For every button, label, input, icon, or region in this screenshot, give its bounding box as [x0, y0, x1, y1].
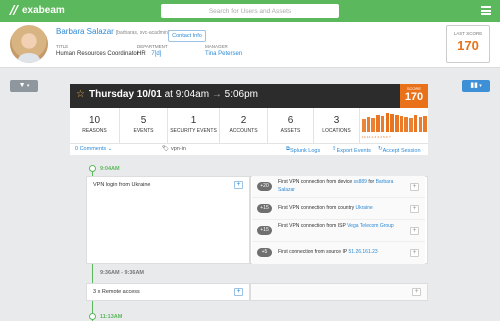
- expand-plus-icon[interactable]: +: [412, 288, 421, 296]
- bar-chart-icon: ▮▮: [470, 82, 478, 89]
- exabeam-logo-icon: [9, 5, 19, 15]
- star-icon[interactable]: ☆: [76, 89, 85, 100]
- title-value: Human Resources Coordinator: [56, 51, 139, 57]
- session-stats: 10 REASONS 5 EVENTS 1 SECURITY EVENTS 2 …: [70, 108, 428, 144]
- reason-text: First VPN connection from ISP Vega Telec…: [278, 223, 394, 229]
- session-header: ☆ Thursday 10/01 at 9:04am → 5:06pm SCOR…: [70, 84, 428, 108]
- last-score-box: LAST SCORE 170: [446, 25, 490, 63]
- last-score-label: LAST SCORE: [453, 31, 483, 36]
- avatar: [10, 25, 48, 63]
- sparkline-bar: [418, 116, 423, 132]
- session-score-box: SCORE 170: [400, 84, 428, 108]
- sparkline-bar: [423, 115, 427, 132]
- sparkline-bar: [376, 114, 380, 132]
- timeline-dot: [89, 313, 96, 320]
- chevron-down-icon: ▾: [477, 83, 482, 89]
- user-name[interactable]: Barbara Salazar [barbaras, svc-acadmin]: [56, 27, 169, 36]
- activity-sparkline: 10 12 1 2 3 4 5 6 7: [362, 111, 428, 141]
- sparkline-bar: [390, 113, 394, 132]
- score-badge: +5: [257, 248, 272, 257]
- title-label: TITLE: [56, 44, 69, 49]
- card-title: 3 x Remote access: [93, 289, 140, 295]
- timeline-time: 9:04AM: [100, 166, 120, 172]
- list-item: +20 First VPN connection from device ss8…: [252, 176, 425, 198]
- stat-security-events[interactable]: 1 SECURITY EVENTS: [168, 108, 220, 144]
- session-score-value: 170: [404, 91, 424, 103]
- department-label: DEPARTMENT: [137, 44, 168, 49]
- sparkline-bar: [380, 115, 385, 132]
- sparkline-bar: [404, 116, 408, 132]
- timeline-time: 11:13AM: [100, 314, 123, 320]
- card-title: VPN login from Ukraine: [93, 182, 151, 188]
- user-profile-header: Barbara Salazar [barbaras, svc-acadmin] C…: [0, 22, 500, 68]
- search-input[interactable]: [161, 4, 339, 18]
- reason-text: First connection from source IP 51.26.16…: [278, 249, 378, 255]
- accept-session-link[interactable]: ↻ Accept Session: [378, 146, 421, 154]
- sparkline-bar: [413, 114, 418, 132]
- department-count-link[interactable]: 7[d]: [151, 51, 161, 57]
- score-badge: +20: [257, 182, 272, 191]
- session-title: Thursday 10/01 at 9:04am → 5:06pm: [89, 89, 258, 100]
- list-item: +15 First VPN connection from ISP Vega T…: [252, 220, 425, 242]
- event-reasons-list: +: [250, 283, 428, 301]
- comments-toggle[interactable]: 0 Comments ⌄: [75, 146, 112, 152]
- sparkline-bar: [371, 117, 375, 132]
- manager-label: MANAGER: [205, 44, 228, 49]
- last-score-value: 170: [457, 38, 479, 53]
- user-handle: [barbaras, svc-acadmin]: [115, 30, 170, 36]
- export-events-link[interactable]: ⇪ Export Events: [332, 146, 371, 154]
- sparkline-bar: [395, 114, 399, 132]
- filter-button[interactable]: ▼ ▾: [10, 80, 38, 92]
- stat-accounts[interactable]: 2 ACCOUNTS: [220, 108, 268, 144]
- arrow-right-icon: →: [211, 89, 222, 100]
- expand-plus-icon[interactable]: +: [410, 227, 419, 235]
- event-card-vpn-login: VPN login from Ukraine +: [86, 176, 250, 264]
- event-card-remote-access: 3 x Remote access +: [86, 283, 250, 301]
- manager-value: Tina Petersen: [205, 51, 242, 57]
- top-nav-bar: exabeam: [0, 0, 500, 22]
- stat-assets[interactable]: 6 ASSETS: [268, 108, 314, 144]
- reason-text: First VPN connection from device ss889 f…: [278, 179, 394, 193]
- brand-name: exabeam: [22, 4, 65, 16]
- sparkline-axis-labels: 10 12 1 2 3 4 5 6 7: [362, 135, 391, 139]
- filter-icon: ▼: [18, 82, 26, 89]
- chevron-down-icon: ▾: [25, 83, 30, 89]
- manager-link[interactable]: Tina Petersen: [205, 51, 242, 57]
- sparkline-bar: [385, 113, 390, 132]
- sparkline-bar: [362, 118, 366, 132]
- score-badge: +15: [257, 204, 272, 213]
- sparkline-bar: [399, 115, 404, 132]
- stat-locations[interactable]: 3 LOCATIONS: [314, 108, 360, 144]
- expand-plus-icon[interactable]: +: [234, 181, 243, 189]
- chart-view-button[interactable]: ▮▮ ▾: [462, 80, 490, 92]
- expand-plus-icon[interactable]: +: [410, 205, 419, 213]
- sparkline-bar: [366, 116, 371, 132]
- tag-icon: 🏷: [162, 146, 169, 152]
- brand-logo[interactable]: exabeam: [8, 4, 65, 16]
- sparkline-bar: [409, 117, 413, 132]
- timeline-time: 9:36AM - 9:36AM: [100, 270, 145, 276]
- expand-plus-icon[interactable]: +: [410, 183, 419, 191]
- splunk-logs-link[interactable]: ⧉ Splunk Logs: [286, 146, 320, 154]
- hamburger-menu-icon[interactable]: [481, 6, 491, 15]
- department-value: HR 7[d]: [137, 51, 162, 57]
- timeline-dot: [89, 165, 96, 172]
- session-actions-bar: 0 Comments ⌄ 🏷 vpn-in ⧉ Splunk Logs ⇪ Ex…: [70, 144, 428, 155]
- reason-text: First VPN connection from country Ukrain…: [278, 205, 373, 211]
- list-item: +15 First VPN connection from country Uk…: [252, 198, 425, 220]
- stat-reasons[interactable]: 10 REASONS: [70, 108, 120, 144]
- expand-plus-icon[interactable]: +: [410, 249, 419, 257]
- list-item: +5 First connection from source IP 51.26…: [252, 242, 425, 264]
- expand-plus-icon[interactable]: +: [234, 288, 243, 296]
- contact-info-button[interactable]: Contact Info: [168, 30, 206, 42]
- score-badge: +15: [257, 226, 272, 235]
- stat-events[interactable]: 5 EVENTS: [120, 108, 168, 144]
- session-tag[interactable]: vpn-in: [171, 146, 186, 152]
